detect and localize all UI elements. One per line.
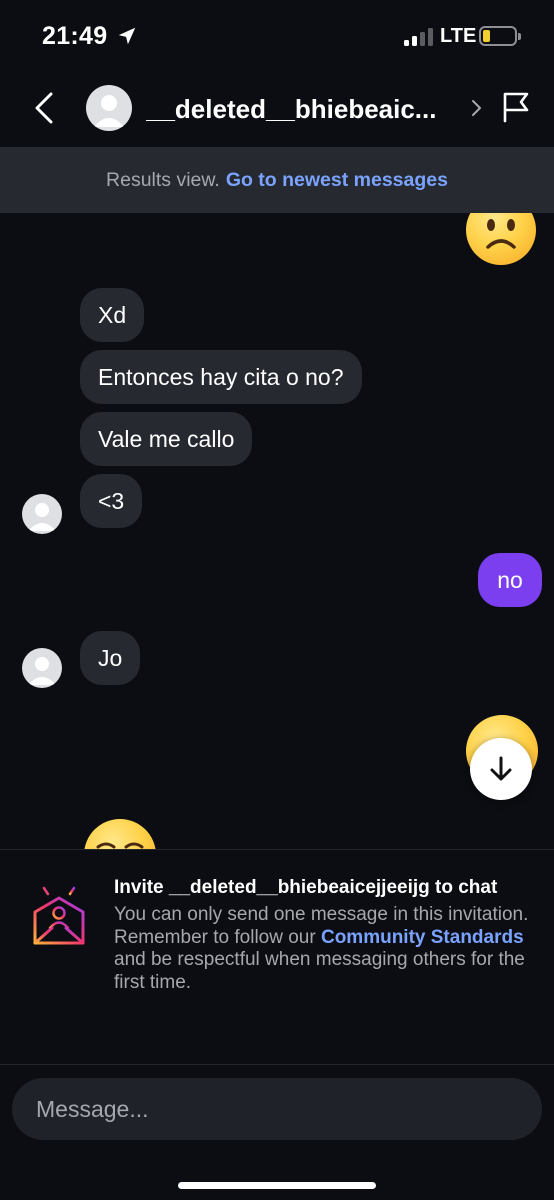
scroll-to-bottom-button[interactable]: [470, 738, 532, 800]
message-input[interactable]: [36, 1095, 516, 1123]
avatar[interactable]: [86, 85, 132, 131]
chat-header: __deleted__bhiebeaic...: [0, 72, 554, 146]
message-text: <3: [98, 487, 125, 514]
message-text: Jo: [98, 644, 123, 671]
message-bubble[interactable]: Vale me callo: [80, 412, 253, 466]
message-text: Xd: [98, 301, 127, 328]
invite-title: Invite __deleted__bhiebeaicejjeeijg to c…: [114, 877, 498, 898]
message-thread[interactable]: Xd Entonces hay cita o no? Vale me callo…: [0, 213, 554, 849]
message-bubble[interactable]: <3: [80, 474, 143, 528]
message-text: Vale me callo: [98, 425, 235, 452]
sender-avatar[interactable]: [22, 648, 62, 688]
community-standards-link[interactable]: Community Standards: [321, 927, 524, 948]
sender-avatar[interactable]: [22, 494, 62, 534]
signal-strength-icon: [404, 28, 434, 46]
invite-text: Invite __deleted__bhiebeaicejjeeijg to c…: [114, 876, 534, 994]
results-label: Results view.: [106, 168, 220, 191]
home-indicator[interactable]: [178, 1182, 376, 1189]
battery-icon: [479, 26, 521, 46]
message-text: no: [497, 566, 523, 593]
message-bubble[interactable]: Xd: [80, 288, 145, 342]
invite-body-end: and be respectful when messaging others …: [114, 949, 525, 993]
flag-icon[interactable]: [500, 90, 532, 124]
location-arrow-icon: [118, 27, 136, 45]
message-composer[interactable]: [12, 1078, 542, 1140]
frowning-face-emoji: [466, 213, 536, 265]
message-bubble[interactable]: Entonces hay cita o no?: [80, 350, 362, 404]
invite-body: You can only send one message in this in…: [114, 904, 534, 994]
arrow-down-icon: [490, 756, 512, 781]
invite-panel: Invite __deleted__bhiebeaicejjeeijg to c…: [0, 849, 554, 1065]
chevron-left-icon[interactable]: [30, 90, 60, 126]
conversation-title[interactable]: __deleted__bhiebeaic...: [146, 94, 464, 125]
chevron-right-icon[interactable]: [468, 98, 484, 118]
outgoing-message-bubble[interactable]: no: [478, 553, 542, 607]
go-to-newest-link[interactable]: Go to newest messages: [226, 169, 448, 192]
network-type: LTE: [440, 25, 477, 47]
results-banner: Results view. Go to newest messages: [0, 147, 554, 213]
message-text: Entonces hay cita o no?: [98, 363, 344, 390]
status-time: 21:49: [42, 22, 108, 50]
status-bar: 21:49 LTE: [0, 0, 554, 72]
message-bubble[interactable]: Jo: [80, 631, 141, 685]
relieved-face-emoji: [84, 819, 156, 849]
envelope-invite-icon: [33, 882, 85, 945]
